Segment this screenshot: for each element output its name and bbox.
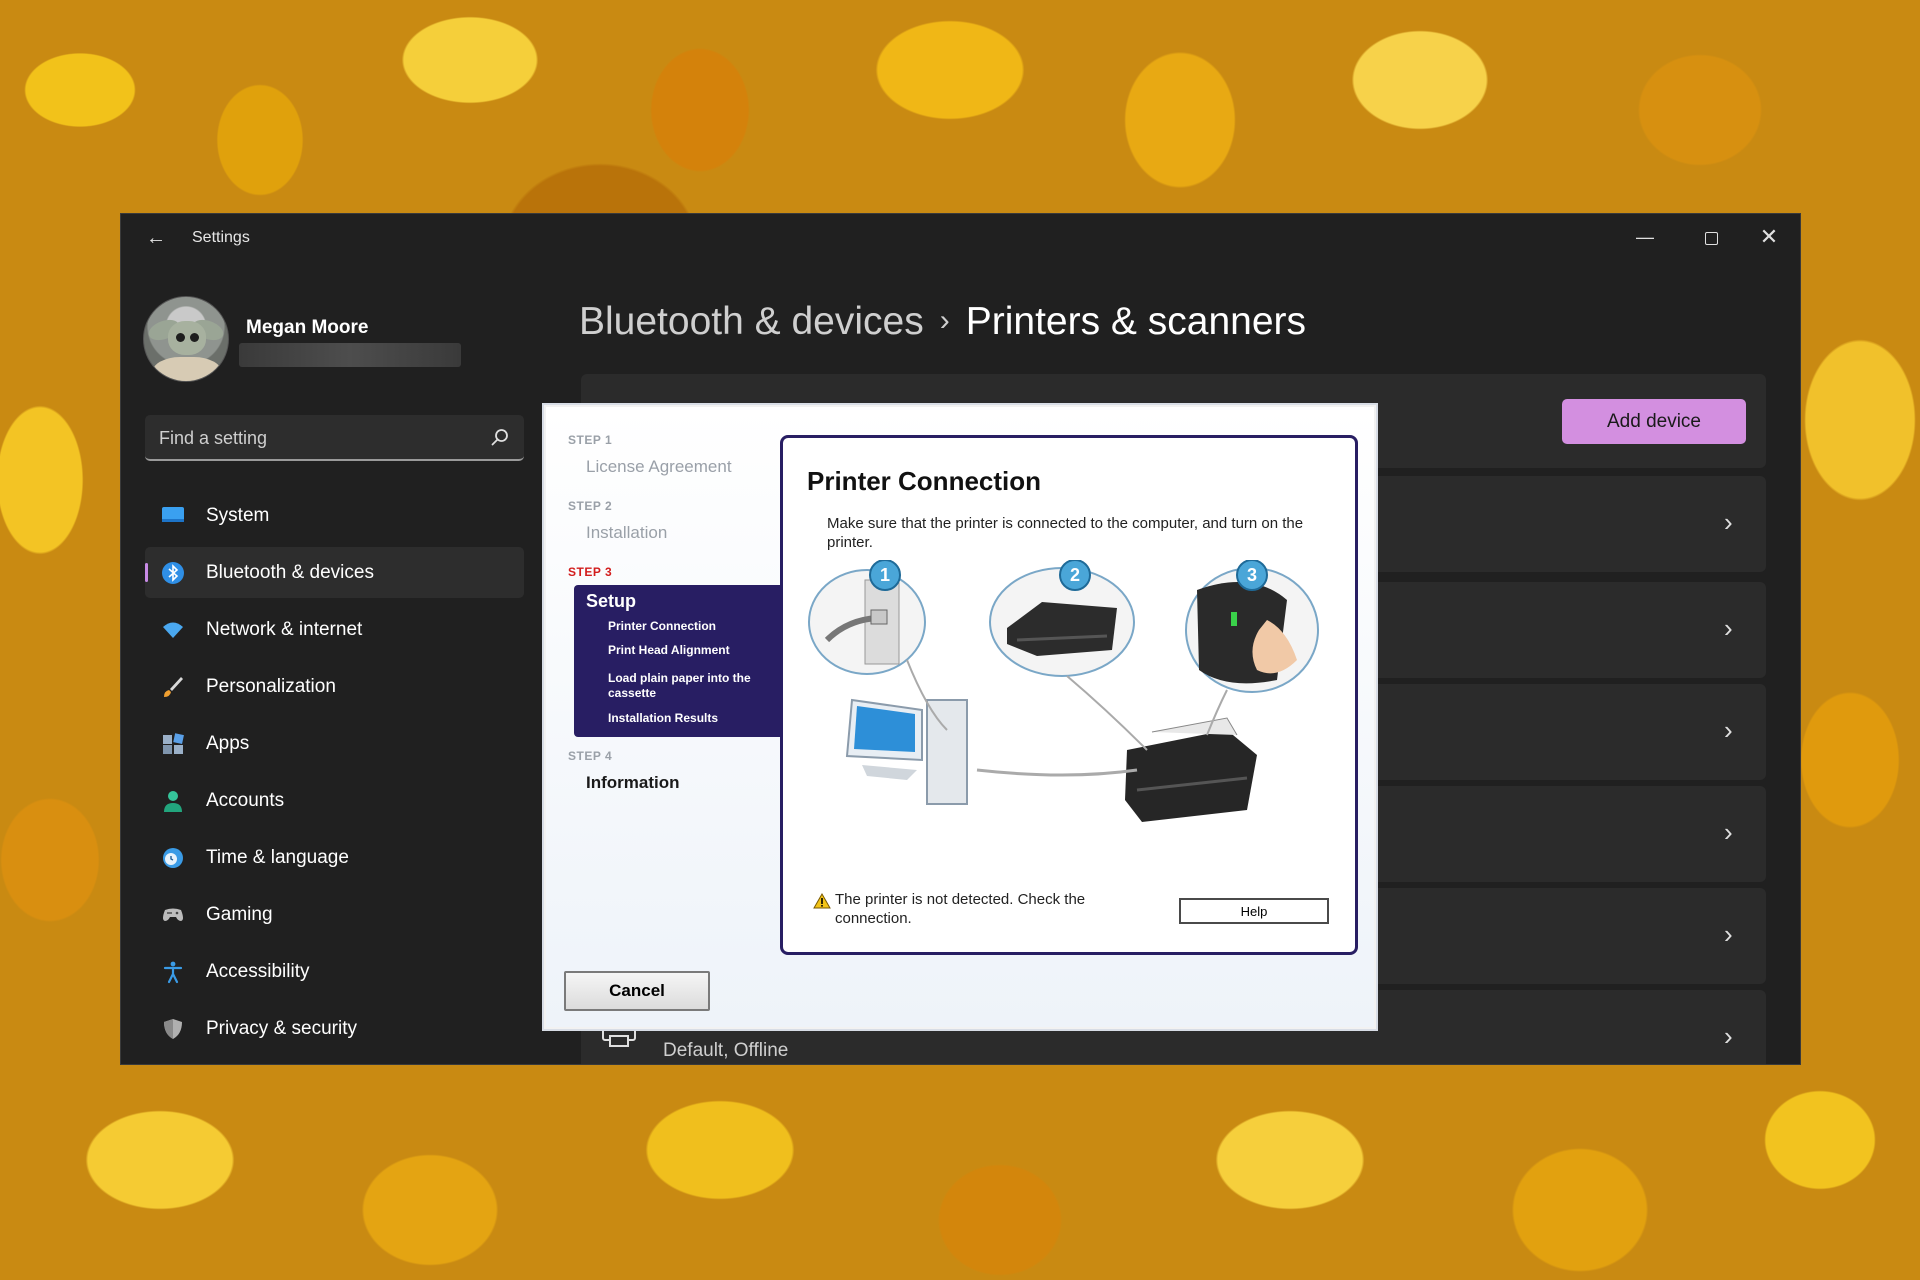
sidebar-item-privacy-security[interactable]: Privacy & security <box>145 1003 524 1054</box>
warning-message: The printer is not detected. Check the c… <box>835 891 1086 927</box>
chevron-right-icon: › <box>939 304 950 337</box>
step-title: Installation <box>586 523 668 542</box>
sidebar-item-accounts[interactable]: Accounts <box>145 775 524 826</box>
title-bar: ← Settings — ✕ <box>121 214 1800 262</box>
chevron-right-icon: › <box>1724 1021 1733 1051</box>
close-button[interactable]: ✕ <box>1746 220 1792 254</box>
brush-icon <box>164 677 183 697</box>
dialog-title: Printer Connection <box>807 466 1042 496</box>
printer-connection-illustration: 1 2 3 <box>808 560 1319 822</box>
sidebar-item-label: Personalization <box>206 676 336 697</box>
sidebar-item-label: Gaming <box>206 904 273 925</box>
globe-clock-icon <box>163 848 183 868</box>
sidebar-item-label: Privacy & security <box>206 1018 357 1039</box>
page-title: Printers & scanners <box>965 300 1307 343</box>
search-icon[interactable] <box>490 427 510 447</box>
callout-number: 2 <box>1070 565 1080 585</box>
printer-setup-dialog: STEP 1 License Agreement STEP 2 Installa… <box>542 403 1378 1031</box>
maximize-button[interactable] <box>1688 220 1734 254</box>
cancel-button[interactable]: Cancel <box>564 971 710 1011</box>
step-title: Information <box>586 773 680 792</box>
app-title: Settings <box>192 229 250 246</box>
search-box[interactable] <box>145 415 524 461</box>
substep-item: Print Head Alignment <box>608 643 730 657</box>
help-button[interactable]: Help <box>1179 898 1329 924</box>
arrow-left-icon: ← <box>146 227 166 249</box>
sidebar-item-label: Accessibility <box>206 961 310 982</box>
user-name: Megan Moore <box>246 317 369 338</box>
apps-icon <box>163 733 184 754</box>
sidebar-item-bluetooth-devices[interactable]: Bluetooth & devices <box>145 547 524 598</box>
gamepad-icon <box>163 908 183 921</box>
search-input[interactable] <box>159 425 479 451</box>
step-label: STEP 2 <box>568 499 613 513</box>
sidebar-item-label: Network & internet <box>206 619 363 640</box>
wifi-icon <box>163 622 183 638</box>
chevron-right-icon: › <box>1724 919 1733 949</box>
sidebar-item-personalization[interactable]: Personalization <box>145 661 524 712</box>
bluetooth-icon <box>162 562 184 584</box>
warning-icon <box>813 893 831 909</box>
callout-number: 1 <box>880 565 890 585</box>
substep-item: Load plain paper into the cassette <box>608 671 751 700</box>
dialog-description: Make sure that the printer is connected … <box>827 515 1304 551</box>
chevron-right-icon: › <box>1724 715 1733 745</box>
step-label-current: STEP 3 <box>568 565 613 579</box>
chevron-right-icon: › <box>1724 817 1733 847</box>
monitor-icon <box>162 507 184 522</box>
avatar[interactable] <box>143 296 229 382</box>
breadcrumb: Bluetooth & devices › Printers & scanners <box>579 300 1306 344</box>
step-label: STEP 1 <box>568 433 613 447</box>
device-status: Default, Offline <box>663 1040 789 1061</box>
step-title-current: Setup <box>586 591 637 611</box>
step-label: STEP 4 <box>568 749 613 763</box>
active-indicator <box>145 563 148 582</box>
breadcrumb-parent[interactable]: Bluetooth & devices <box>579 300 924 343</box>
user-email-redacted <box>239 343 461 367</box>
callout-number: 3 <box>1247 565 1257 585</box>
back-button[interactable]: ← <box>141 226 171 250</box>
add-device-button[interactable]: Add device <box>1562 399 1746 444</box>
sidebar-item-label: System <box>206 505 270 526</box>
sidebar-item-network[interactable]: Network & internet <box>145 604 524 655</box>
sidebar-item-gaming[interactable]: Gaming <box>145 889 524 940</box>
person-icon <box>164 791 182 812</box>
sidebar-nav: System Bluetooth & devices Network & int… <box>145 490 524 1060</box>
sidebar-item-label: Accounts <box>206 790 285 811</box>
step-title: License Agreement <box>586 457 732 476</box>
maximize-icon <box>1704 231 1718 245</box>
chevron-right-icon: › <box>1724 507 1733 537</box>
substep-item: Printer Connection <box>608 619 717 633</box>
sidebar-item-label: Apps <box>206 733 250 754</box>
setup-step-panel: Setup Printer Connection Print Head Alig… <box>574 585 814 737</box>
shield-icon <box>164 1019 182 1039</box>
sidebar-item-label: Time & language <box>206 847 349 868</box>
minimize-button[interactable]: — <box>1622 220 1668 254</box>
printer-connection-panel: Printer Connection Make sure that the pr… <box>780 435 1358 955</box>
chevron-right-icon: › <box>1724 613 1733 643</box>
substep-item: Installation Results <box>608 711 719 725</box>
sidebar-item-accessibility[interactable]: Accessibility <box>145 946 524 997</box>
sidebar-item-time-language[interactable]: Time & language <box>145 832 524 883</box>
accessibility-icon <box>163 961 183 984</box>
sidebar-item-apps[interactable]: Apps <box>145 718 524 769</box>
sidebar-item-label: Bluetooth & devices <box>206 562 374 583</box>
sidebar-item-system[interactable]: System <box>145 490 524 541</box>
